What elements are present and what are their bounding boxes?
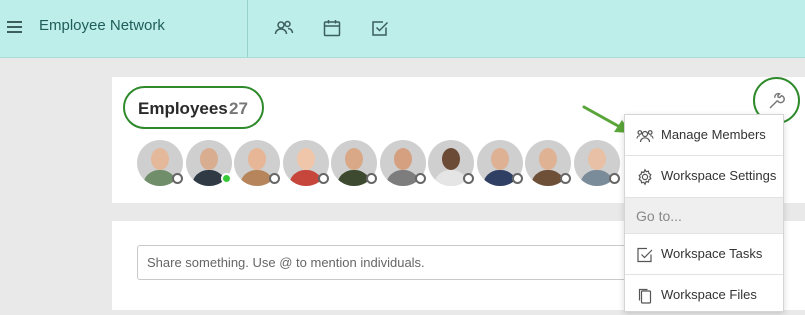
employees-heading[interactable]: Employees 27 bbox=[123, 86, 264, 129]
employees-count: 27 bbox=[229, 99, 248, 118]
presence-status-icon bbox=[269, 173, 280, 184]
presence-status-icon bbox=[609, 173, 620, 184]
menu-item-label: Workspace Tasks bbox=[661, 246, 763, 261]
share-placeholder: Share something. Use @ to mention indivi… bbox=[147, 255, 425, 270]
goto-section-header: Go to... bbox=[625, 198, 783, 234]
employee-avatar[interactable] bbox=[234, 140, 280, 186]
top-bar: Employee Network bbox=[0, 0, 805, 58]
presence-status-icon bbox=[415, 173, 426, 184]
menu-item-label: Workspace Files bbox=[661, 287, 757, 302]
checkbox-icon[interactable] bbox=[370, 18, 390, 38]
hamburger-icon[interactable] bbox=[7, 20, 22, 34]
employee-avatar[interactable] bbox=[574, 140, 620, 186]
files-icon bbox=[638, 288, 652, 304]
menu-item-workspace-files[interactable]: Workspace Files bbox=[625, 275, 783, 315]
employee-avatar[interactable] bbox=[477, 140, 523, 186]
presence-status-icon bbox=[172, 173, 183, 184]
employee-avatar[interactable] bbox=[525, 140, 571, 186]
presence-status-icon bbox=[221, 173, 232, 184]
header-divider bbox=[247, 0, 248, 57]
presence-status-icon bbox=[463, 173, 474, 184]
employee-avatar[interactable] bbox=[283, 140, 329, 186]
share-input[interactable]: Share something. Use @ to mention indivi… bbox=[137, 245, 657, 280]
task-check-icon bbox=[637, 247, 653, 263]
goto-label: Go to... bbox=[636, 208, 682, 224]
presence-status-icon bbox=[366, 173, 377, 184]
employee-avatar[interactable] bbox=[331, 140, 377, 186]
presence-status-icon bbox=[512, 173, 523, 184]
calendar-icon[interactable] bbox=[322, 18, 342, 38]
employee-avatar[interactable] bbox=[186, 140, 232, 186]
employee-avatar[interactable] bbox=[137, 140, 183, 186]
people-icon[interactable] bbox=[274, 18, 294, 38]
menu-item-label: Workspace Settings bbox=[661, 168, 777, 183]
gear-icon bbox=[638, 168, 652, 186]
workspace-dropdown-menu: Manage Members Workspace Settings Go to.… bbox=[624, 114, 784, 312]
presence-status-icon bbox=[560, 173, 571, 184]
presence-status-icon bbox=[318, 173, 329, 184]
employee-avatar[interactable] bbox=[380, 140, 426, 186]
employees-title: Employees bbox=[138, 99, 228, 118]
menu-item-workspace-tasks[interactable]: Workspace Tasks bbox=[625, 234, 783, 275]
employee-avatar[interactable] bbox=[428, 140, 474, 186]
app-title: Employee Network bbox=[39, 17, 165, 34]
wrench-icon bbox=[769, 92, 785, 109]
manage-members-icon bbox=[636, 130, 654, 143]
menu-item-manage-members[interactable]: Manage Members bbox=[625, 115, 783, 156]
menu-item-workspace-settings[interactable]: Workspace Settings bbox=[625, 156, 783, 198]
menu-item-label: Manage Members bbox=[661, 127, 766, 142]
